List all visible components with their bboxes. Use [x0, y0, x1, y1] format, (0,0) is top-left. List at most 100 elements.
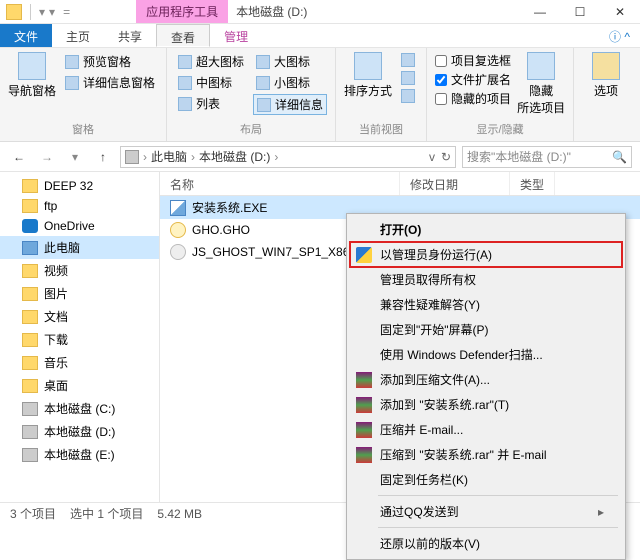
folder-icon	[22, 333, 38, 347]
drive-icon	[22, 425, 38, 439]
window-controls: — ☐ ✕	[520, 0, 640, 24]
sidebar-item[interactable]: 文档	[0, 305, 159, 328]
sidebar-item-label: 图片	[44, 285, 68, 302]
sidebar-item-label: 此电脑	[44, 239, 80, 256]
col-name[interactable]: 名称	[160, 172, 400, 195]
breadcrumb-pc[interactable]: 此电脑	[151, 148, 187, 165]
ctx-restore-label: 还原以前的版本(V)	[380, 535, 480, 552]
sidebar-item-label: 桌面	[44, 377, 68, 394]
addcol-button[interactable]	[398, 70, 418, 86]
hidden-items-input[interactable]	[435, 93, 447, 105]
chevron-right-icon[interactable]: ›	[143, 150, 147, 164]
sidebar-item[interactable]: 此电脑	[0, 236, 159, 259]
tab-view[interactable]: 查看	[156, 24, 210, 47]
tab-share[interactable]: 共享	[104, 24, 156, 47]
item-checkboxes-check[interactable]: 项目复选框	[435, 52, 511, 69]
addr-dropdown-icon[interactable]: v	[429, 150, 435, 164]
nav-pane-button[interactable]: 导航窗格	[8, 52, 56, 99]
sidebar-item[interactable]: OneDrive	[0, 216, 159, 236]
detail-pane-icon	[65, 76, 79, 90]
file-ext-input[interactable]	[435, 74, 447, 86]
sidebar-item[interactable]: DEEP 32	[0, 176, 159, 196]
nav-pane-label: 导航窗格	[8, 82, 56, 99]
refresh-button[interactable]: ↻	[441, 150, 451, 164]
qat-overflow-icon[interactable]: ▾	[49, 5, 55, 19]
details-button[interactable]: 详细信息	[253, 94, 327, 115]
sidebar-item[interactable]: 下载	[0, 328, 159, 351]
sidebar[interactable]: DEEP 32 ftpOneDrive 此电脑视频图片文档下载音乐桌面本地磁盘 (C…	[0, 172, 160, 502]
status-selected: 选中 1 个项目	[70, 505, 143, 522]
sidebar-item[interactable]: 图片	[0, 282, 159, 305]
back-button[interactable]: ←	[8, 146, 30, 168]
ctx-compemail-label: 压缩并 E-mail...	[380, 421, 463, 438]
col-type[interactable]: 类型	[510, 172, 555, 195]
tab-file[interactable]: 文件	[0, 24, 52, 47]
sidebar-item[interactable]: 本地磁盘 (E:)	[0, 443, 159, 466]
maximize-button[interactable]: ☐	[560, 0, 600, 24]
detail-pane-button[interactable]: 详细信息窗格	[62, 73, 158, 92]
sidebar-item[interactable]: 本地磁盘 (C:)	[0, 397, 159, 420]
close-button[interactable]: ✕	[600, 0, 640, 24]
hide-selected-icon	[527, 52, 555, 80]
sizecol-button[interactable]	[398, 88, 418, 104]
ctx-addrar-label: 添加到压缩文件(A)...	[380, 371, 490, 388]
ctx-open[interactable]: 打开(O)	[350, 217, 622, 242]
contextual-tab-apptools[interactable]: 应用程序工具	[136, 0, 228, 23]
list-label: 列表	[196, 95, 220, 112]
ctx-pin-taskbar[interactable]: 固定到任务栏(K)	[350, 467, 622, 492]
address-box[interactable]: › 此电脑 › 本地磁盘 (D:) › v ↻	[120, 146, 456, 168]
ctx-defender[interactable]: 使用 Windows Defender扫描...	[350, 342, 622, 367]
ctx-pin-start[interactable]: 固定到"开始"屏幕(P)	[350, 317, 622, 342]
options-button[interactable]: 选项	[582, 52, 630, 99]
sidebar-item[interactable]: 音乐	[0, 351, 159, 374]
qat-dropdown-icon[interactable]: ▾	[39, 5, 45, 19]
item-checkboxes-input[interactable]	[435, 55, 447, 67]
details-icon	[257, 98, 271, 112]
ctx-separator	[378, 495, 618, 496]
hidden-items-check[interactable]: 隐藏的项目	[435, 90, 511, 107]
l-icons-button[interactable]: 大图标	[253, 52, 327, 71]
tab-home[interactable]: 主页	[52, 24, 104, 47]
preview-pane-button[interactable]: 预览窗格	[62, 52, 158, 71]
forward-button[interactable]: →	[36, 146, 58, 168]
m-icons-button[interactable]: 中图标	[175, 73, 247, 92]
file-ext-check[interactable]: 文件扩展名	[435, 71, 511, 88]
groupby-button[interactable]	[398, 52, 418, 68]
ctx-run-as-admin[interactable]: 以管理员身份运行(A)	[350, 242, 622, 267]
tab-manage[interactable]: 管理	[210, 24, 262, 47]
search-icon[interactable]: 🔍	[612, 150, 627, 164]
sort-button[interactable]: 排序方式	[344, 52, 392, 99]
sidebar-item[interactable]: 视频	[0, 259, 159, 282]
xl-icons-button[interactable]: 超大图标	[175, 52, 247, 71]
qat-more-icon[interactable]: =	[63, 5, 70, 19]
chevron-right-icon[interactable]: ›	[191, 150, 195, 164]
ctx-add-named-archive[interactable]: 添加到 "安装系统.rar"(T)	[350, 392, 622, 417]
col-date[interactable]: 修改日期	[400, 172, 510, 195]
sidebar-item[interactable]: 桌面	[0, 374, 159, 397]
ctx-compat[interactable]: 兼容性疑难解答(Y)	[350, 292, 622, 317]
s-icons-button[interactable]: 小图标	[253, 73, 327, 92]
ribbon-help-icon[interactable]: ⓘ ^	[599, 24, 640, 47]
list-button[interactable]: 列表	[175, 94, 247, 113]
ctx-take-ownership[interactable]: 管理员取得所有权	[350, 267, 622, 292]
history-dropdown[interactable]: ▾	[64, 146, 86, 168]
ctx-restore-versions[interactable]: 还原以前的版本(V)	[350, 531, 622, 556]
file-icon	[170, 200, 186, 216]
sort-label: 排序方式	[344, 82, 392, 99]
sidebar-item[interactable]: 本地磁盘 (D:)	[0, 420, 159, 443]
ctx-ownership-label: 管理员取得所有权	[380, 271, 476, 288]
sidebar-item[interactable]: ftp	[0, 196, 159, 216]
breadcrumb-drive[interactable]: 本地磁盘 (D:)	[199, 148, 270, 165]
ctx-compress-named-email[interactable]: 压缩到 "安装系统.rar" 并 E-mail	[350, 442, 622, 467]
ctx-add-archive[interactable]: 添加到压缩文件(A)...	[350, 367, 622, 392]
hide-selected-button[interactable]: 隐藏 所选项目	[517, 52, 565, 116]
ctx-qq-send[interactable]: 通过QQ发送到▸	[350, 499, 622, 524]
sidebar-item-label: DEEP 32	[44, 179, 93, 193]
search-box[interactable]: 搜索"本地磁盘 (D:)" 🔍	[462, 146, 632, 168]
ctx-compress-email[interactable]: 压缩并 E-mail...	[350, 417, 622, 442]
divider	[30, 4, 31, 20]
chevron-right-icon[interactable]: ›	[274, 150, 278, 164]
up-button[interactable]: ↑	[92, 146, 114, 168]
minimize-button[interactable]: —	[520, 0, 560, 24]
ctx-defender-label: 使用 Windows Defender扫描...	[380, 346, 543, 363]
